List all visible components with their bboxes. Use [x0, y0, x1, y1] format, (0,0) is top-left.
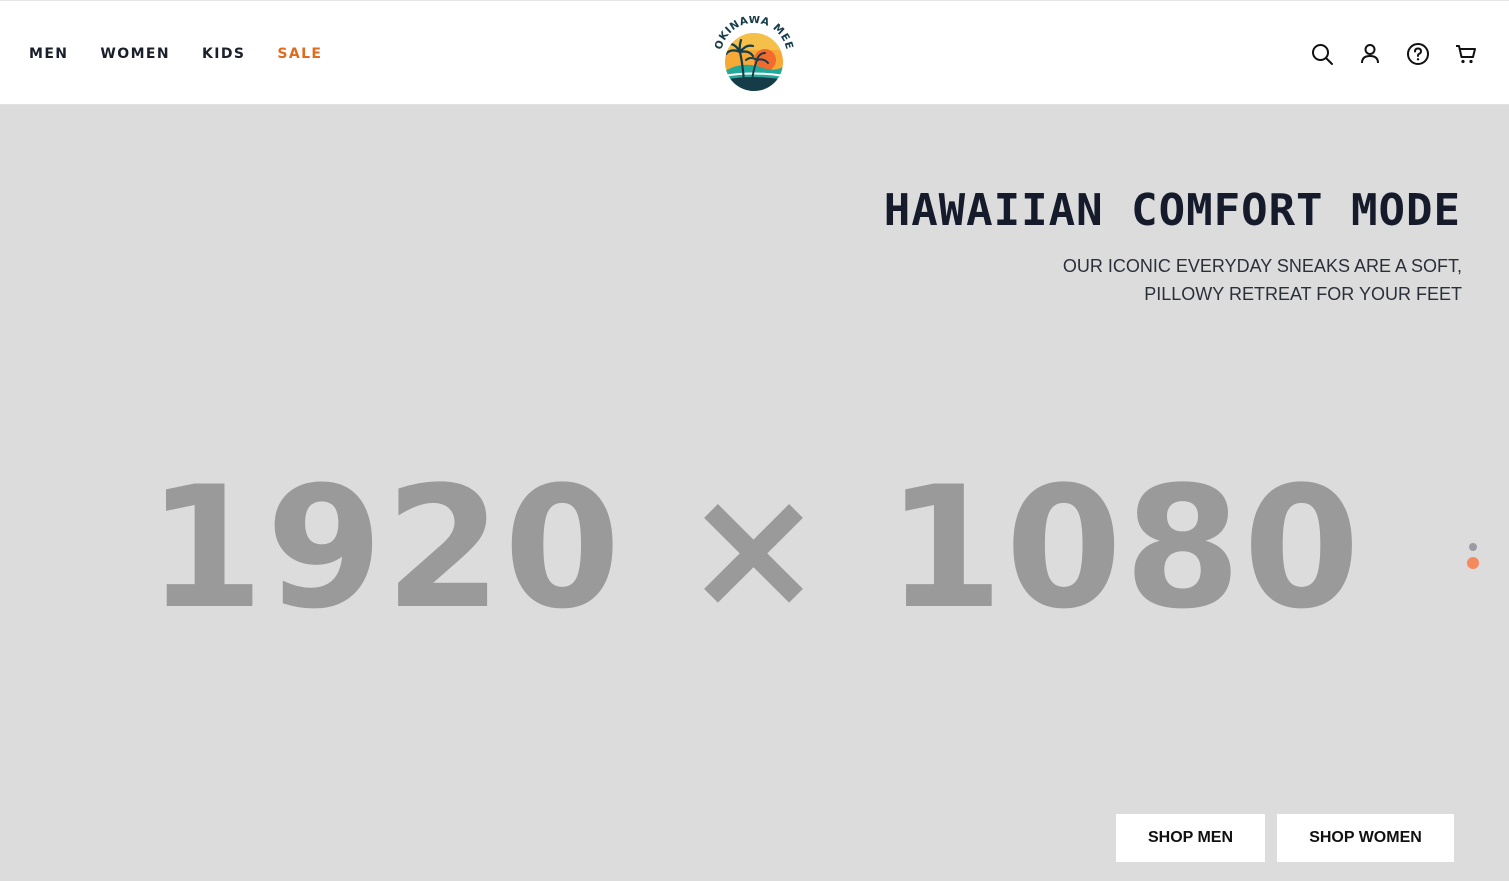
main-nav: MEN WOMEN KIDS SALE	[29, 45, 354, 63]
nav-link-kids[interactable]: KIDS	[202, 45, 245, 63]
slider-pagination	[1467, 543, 1479, 569]
cart-icon[interactable]	[1453, 41, 1479, 67]
brand-logo[interactable]: OKINAWA MEE OKINAWA MEE	[713, 14, 795, 94]
nav-link-men[interactable]: MEN	[29, 45, 68, 63]
hero-title: HAWAIIAN COMFORT MODE	[883, 185, 1461, 236]
shop-women-button[interactable]: SHOP WOMEN	[1277, 814, 1454, 862]
palm-sunset-logo-icon: OKINAWA MEE	[713, 14, 795, 91]
shop-men-button[interactable]: SHOP MEN	[1116, 814, 1265, 862]
hero-subtitle: OUR ICONIC EVERYDAY SNEAKS ARE A SOFT, P…	[1062, 256, 1462, 304]
search-icon[interactable]	[1309, 41, 1335, 67]
slider-dot-2-active[interactable]	[1467, 557, 1479, 569]
header-actions	[1309, 41, 1479, 67]
help-icon[interactable]	[1405, 41, 1431, 67]
hero-image-placeholder: 1920 × 1080	[147, 450, 1362, 646]
site-header: MEN WOMEN KIDS SALE OKINAWA MEE OKINAWA …	[0, 0, 1509, 105]
nav-link-sale[interactable]: SALE	[277, 45, 322, 63]
nav-link-women[interactable]: WOMEN	[100, 45, 170, 63]
user-icon[interactable]	[1357, 41, 1383, 67]
slider-dot-1[interactable]	[1469, 543, 1477, 551]
hero-banner: 1920 × 1080 HAWAIIAN COMFORT MODE OUR IC…	[0, 105, 1509, 881]
